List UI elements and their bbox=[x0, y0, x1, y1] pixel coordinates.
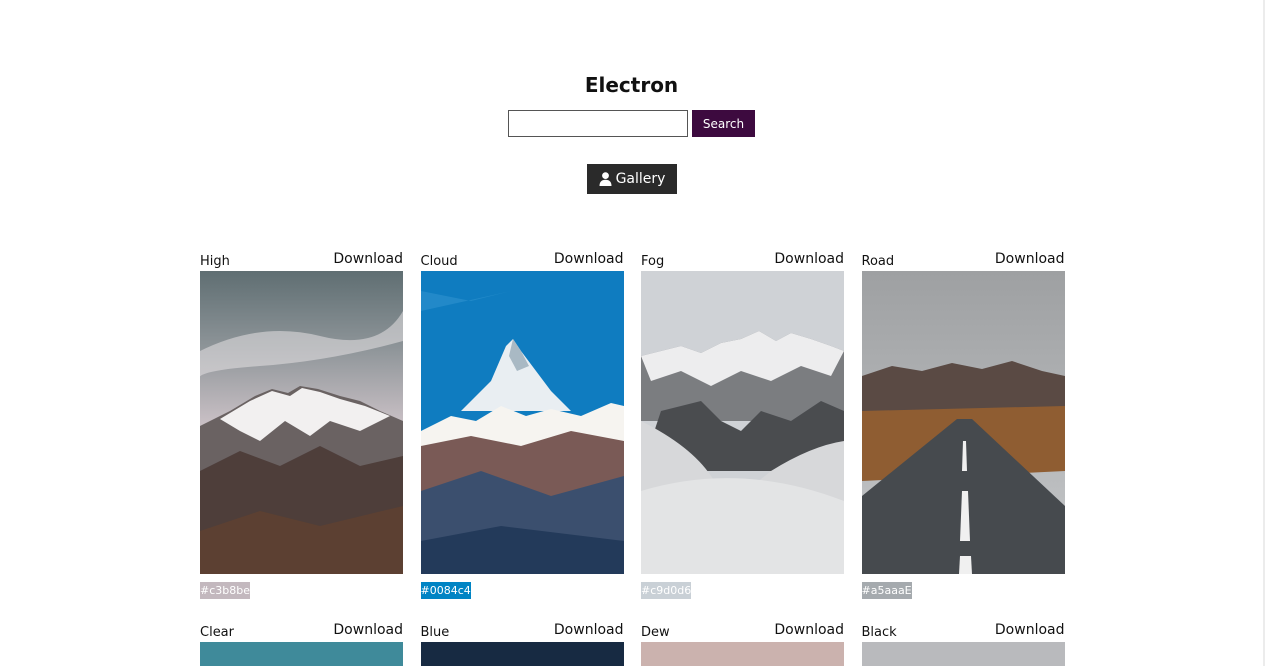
card-image-mountain-high[interactable] bbox=[200, 271, 403, 574]
gallery-button[interactable]: Gallery bbox=[587, 164, 677, 194]
card-name: Blue bbox=[420, 625, 450, 640]
color-chip: #0084c4 bbox=[420, 582, 471, 599]
card-name: Clear bbox=[200, 625, 234, 640]
download-link[interactable]: Download bbox=[774, 251, 844, 267]
card-header: Fog Download bbox=[641, 248, 844, 271]
image-card-cloud: Cloud Download #0084c4 bbox=[420, 248, 624, 599]
image-card-clear: Clear Download bbox=[200, 619, 403, 666]
card-header: Blue Download bbox=[421, 619, 624, 642]
card-image-dew[interactable] bbox=[641, 642, 844, 666]
card-header: Road Download bbox=[862, 248, 1065, 271]
card-header: Black Download bbox=[862, 619, 1065, 642]
search-input[interactable] bbox=[508, 110, 688, 137]
image-card-blue: Blue Download bbox=[420, 619, 624, 666]
header: Electron bbox=[0, 72, 1263, 98]
card-name: Black bbox=[861, 625, 897, 640]
image-grid: High Download #c3b8be Cloud Download #00… bbox=[200, 248, 1065, 666]
download-link[interactable]: Download bbox=[995, 622, 1065, 638]
image-card-black: Black Download bbox=[861, 619, 1065, 666]
search-button[interactable]: Search bbox=[692, 110, 755, 137]
card-header: Cloud Download bbox=[421, 248, 624, 271]
gallery-button-label: Gallery bbox=[615, 171, 666, 187]
download-link[interactable]: Download bbox=[554, 251, 624, 267]
download-link[interactable]: Download bbox=[774, 622, 844, 638]
card-name: Road bbox=[861, 254, 895, 269]
card-image-mountain-cloud[interactable] bbox=[420, 271, 624, 574]
download-link[interactable]: Download bbox=[995, 251, 1065, 267]
page: Electron Search Gallery High Download #c… bbox=[0, 0, 1265, 666]
image-card-road: Road Download #a5aaaE bbox=[861, 248, 1065, 599]
card-name: Cloud bbox=[420, 254, 458, 269]
card-name: High bbox=[200, 254, 230, 269]
card-image-blue[interactable] bbox=[420, 642, 624, 666]
color-chip: #c3b8be bbox=[200, 582, 250, 599]
card-image-black[interactable] bbox=[861, 642, 1065, 666]
image-card-high: High Download #c3b8be bbox=[200, 248, 403, 599]
image-card-dew: Dew Download bbox=[641, 619, 844, 666]
card-image-road[interactable] bbox=[861, 271, 1065, 574]
download-link[interactable]: Download bbox=[333, 622, 403, 638]
download-link[interactable]: Download bbox=[333, 251, 403, 267]
image-card-fog: Fog Download #c9d0d6 bbox=[641, 248, 844, 599]
card-header: High Download bbox=[200, 248, 403, 271]
card-header: Dew Download bbox=[641, 619, 844, 642]
card-name: Fog bbox=[641, 254, 665, 269]
color-chip: #c9d0d6 bbox=[641, 582, 692, 599]
page-title: Electron bbox=[584, 73, 679, 97]
user-icon bbox=[599, 172, 612, 186]
search-bar: Search bbox=[508, 110, 755, 137]
download-link[interactable]: Download bbox=[554, 622, 624, 638]
color-chip: #a5aaaE bbox=[861, 582, 912, 599]
card-header: Clear Download bbox=[200, 619, 403, 642]
card-name: Dew bbox=[641, 625, 670, 640]
card-image-mountain-fog[interactable] bbox=[641, 271, 844, 574]
card-image-clear[interactable] bbox=[200, 642, 403, 666]
